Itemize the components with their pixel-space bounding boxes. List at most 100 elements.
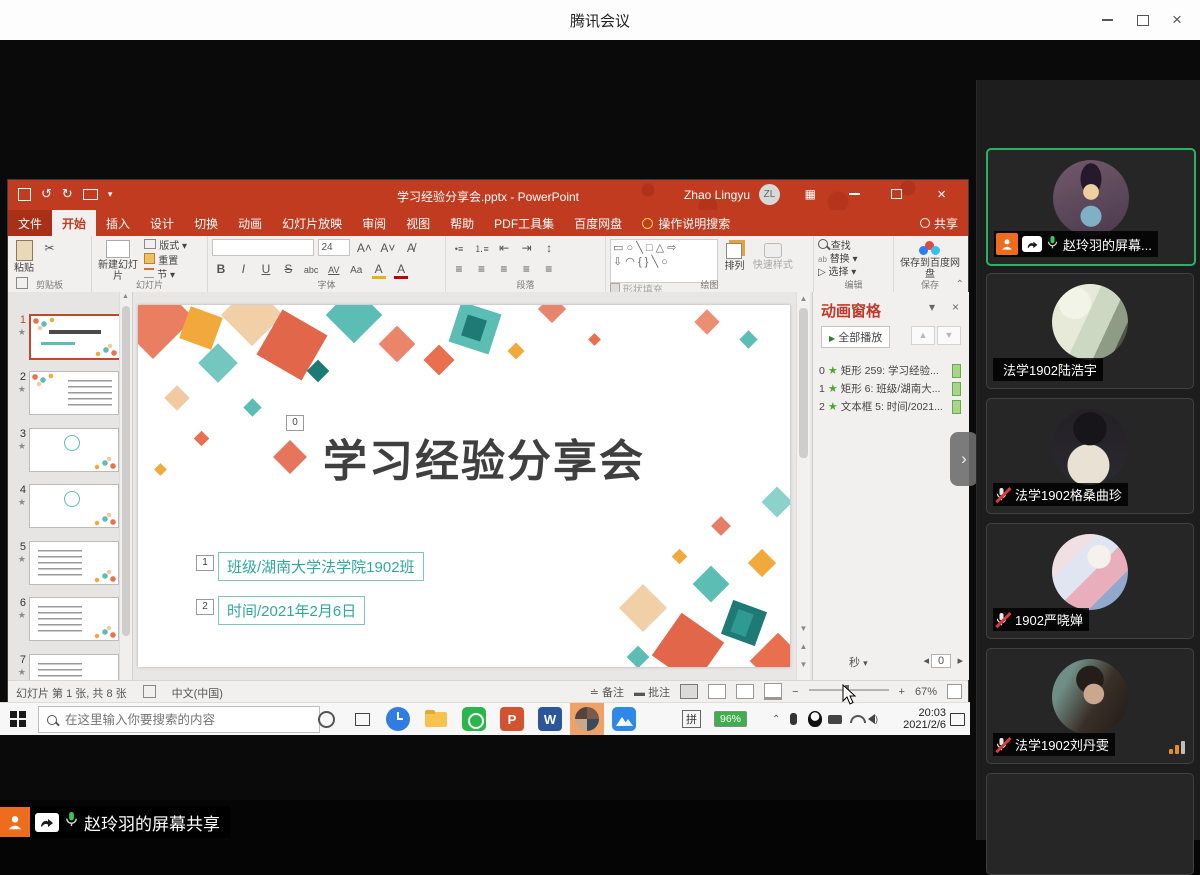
- slide-textbox-class[interactable]: 班级/湖南大学法学院1902班: [218, 552, 424, 581]
- language-indicator[interactable]: 中文(中国): [172, 685, 223, 701]
- animation-item[interactable]: 2★ 文本框 5: 时间/2021...: [819, 398, 965, 415]
- zoom-slider[interactable]: [809, 689, 889, 691]
- bullets-icon[interactable]: •≡: [452, 244, 466, 254]
- wifi-icon[interactable]: [850, 703, 866, 735]
- fit-to-window-icon[interactable]: [947, 684, 962, 699]
- animation-item[interactable]: 0★ 矩形 259: 学习经验...: [819, 362, 965, 379]
- notification-center-icon[interactable]: [950, 703, 965, 735]
- tab-pdf-tools[interactable]: PDF工具集: [484, 210, 564, 236]
- change-case-button[interactable]: Aa: [349, 265, 363, 276]
- cortana-icon[interactable]: [314, 707, 338, 731]
- comments-button[interactable]: ▬ 批注: [634, 684, 670, 700]
- participant-tile[interactable]: 法学1902格桑曲珍: [986, 398, 1194, 514]
- battery-indicator[interactable]: 96%: [714, 703, 747, 735]
- tray-mic-icon[interactable]: [790, 703, 797, 735]
- seconds-spinner[interactable]: 0: [931, 654, 951, 668]
- minimize-button[interactable]: [1090, 8, 1124, 32]
- tray-expand-icon[interactable]: ⌃: [772, 703, 780, 735]
- slide-canvas[interactable]: 0 学习经验分享会 1 班级/湖南大学法学院1902班 2 时间/2021年2月…: [138, 305, 790, 667]
- char-spacing-button[interactable]: AV: [327, 265, 341, 275]
- animation-tag-0[interactable]: 0: [286, 415, 304, 431]
- pane-close-icon[interactable]: ×: [952, 300, 959, 314]
- account-avatar[interactable]: ZL: [759, 184, 780, 205]
- tab-help[interactable]: 帮助: [440, 210, 484, 236]
- spinner-left-icon[interactable]: ◂: [923, 654, 929, 667]
- find-button[interactable]: 查找: [818, 239, 889, 253]
- paste-button[interactable]: 粘贴: [14, 240, 34, 274]
- blue-app-icon[interactable]: [612, 707, 636, 731]
- slideshow-view-icon[interactable]: [764, 683, 782, 700]
- quick-styles-button[interactable]: 快速样式: [753, 240, 793, 271]
- grow-font-icon[interactable]: A˄: [357, 241, 372, 255]
- line-spacing-icon[interactable]: ↕: [542, 241, 556, 255]
- task-view-icon[interactable]: [350, 707, 374, 731]
- tab-view[interactable]: 视图: [396, 210, 440, 236]
- tray-clock[interactable]: 20:032021/2/6: [888, 703, 946, 739]
- thumbnail-row[interactable]: 6★: [12, 597, 119, 641]
- pane-dropdown-icon[interactable]: ▾: [929, 300, 935, 314]
- previous-slide-icon[interactable]: ▲: [797, 640, 810, 654]
- thumbnail-row[interactable]: 1★: [12, 314, 121, 360]
- share-button[interactable]: 共享: [910, 210, 968, 236]
- ppt-close-button[interactable]: ×: [937, 186, 946, 203]
- clock-app-icon[interactable]: [386, 707, 410, 731]
- scroll-thumb[interactable]: [122, 306, 130, 636]
- maximize-button[interactable]: [1126, 8, 1160, 32]
- ppt-restore-button[interactable]: [891, 189, 902, 199]
- underline-button[interactable]: U: [259, 262, 273, 276]
- new-slide-button[interactable]: 新建幻灯片: [98, 240, 138, 282]
- highlight-button[interactable]: A: [372, 262, 386, 279]
- animation-tag-2[interactable]: 2: [196, 599, 214, 615]
- qq-icon[interactable]: [808, 703, 822, 735]
- file-explorer-icon[interactable]: [424, 707, 448, 731]
- speaker-icon[interactable]: ): [868, 703, 878, 735]
- replace-button[interactable]: ab 替换 ▾: [818, 253, 889, 266]
- tab-animations[interactable]: 动画: [228, 210, 272, 236]
- tab-transitions[interactable]: 切换: [184, 210, 228, 236]
- shadow-button[interactable]: abc: [304, 265, 319, 275]
- search-input[interactable]: [63, 712, 277, 728]
- powerpoint-taskbar-icon[interactable]: P: [500, 707, 524, 731]
- reset-button[interactable]: 重置: [144, 253, 187, 268]
- thumbnails-scrollbar[interactable]: ▲: [119, 292, 132, 680]
- thumbnail-row[interactable]: 2★: [12, 371, 119, 415]
- thumbnail-row[interactable]: 3★: [12, 428, 119, 472]
- justify-icon[interactable]: ≡: [519, 262, 533, 276]
- spinner-right-icon[interactable]: ▸: [957, 654, 963, 667]
- participant-tile[interactable]: 法学1902刘丹雯: [986, 648, 1194, 764]
- shrink-font-icon[interactable]: A˅: [380, 241, 395, 255]
- thumbnail-row[interactable]: 4★: [12, 484, 119, 528]
- zoom-knob[interactable]: [845, 685, 849, 695]
- ppt-minimize-button[interactable]: [849, 193, 860, 195]
- tell-me-search[interactable]: 操作说明搜索: [632, 210, 740, 236]
- participant-tile[interactable]: 1902严晓婵: [986, 523, 1194, 639]
- align-left-icon[interactable]: ≡: [452, 262, 466, 276]
- word-taskbar-icon[interactable]: W: [538, 707, 562, 731]
- shapes-gallery[interactable]: ▭ ○ ╲ □ △ ⇨ ⇩ ◠ { } ╲ ○: [610, 239, 718, 283]
- next-slide-icon[interactable]: ▼: [797, 658, 810, 672]
- tab-file[interactable]: 文件: [8, 210, 52, 236]
- meeting-taskbar-highlight[interactable]: [570, 703, 604, 735]
- increase-indent-icon[interactable]: ⇥: [520, 241, 534, 255]
- columns-icon[interactable]: ≡: [542, 262, 556, 276]
- slide-thumbnail-6[interactable]: [29, 597, 119, 641]
- italic-button[interactable]: I: [236, 262, 250, 276]
- zoom-level[interactable]: 67%: [915, 686, 937, 698]
- move-later-icon[interactable]: ▼: [937, 326, 961, 345]
- tab-review[interactable]: 审阅: [352, 210, 396, 236]
- play-all-button[interactable]: ▶ 全部播放: [821, 326, 890, 348]
- font-size-combo[interactable]: 24: [318, 239, 350, 256]
- reading-view-icon[interactable]: [736, 684, 754, 699]
- green-app-icon[interactable]: [462, 707, 486, 731]
- tab-insert[interactable]: 插入: [96, 210, 140, 236]
- scroll-thumb[interactable]: [799, 308, 808, 458]
- animation-item[interactable]: 1★ 矩形 6: 班级/湖南大...: [819, 380, 965, 397]
- slide-thumbnail-2[interactable]: [29, 371, 119, 415]
- font-color-button[interactable]: A: [394, 262, 408, 279]
- tab-baidu-pan[interactable]: 百度网盘: [564, 210, 632, 236]
- seconds-label[interactable]: 秒 ▾: [849, 654, 868, 670]
- bold-button[interactable]: B: [214, 262, 228, 276]
- slide-thumbnail-3[interactable]: [29, 428, 119, 472]
- clear-format-icon[interactable]: A̸: [404, 241, 418, 255]
- strikethrough-button[interactable]: S: [281, 262, 295, 276]
